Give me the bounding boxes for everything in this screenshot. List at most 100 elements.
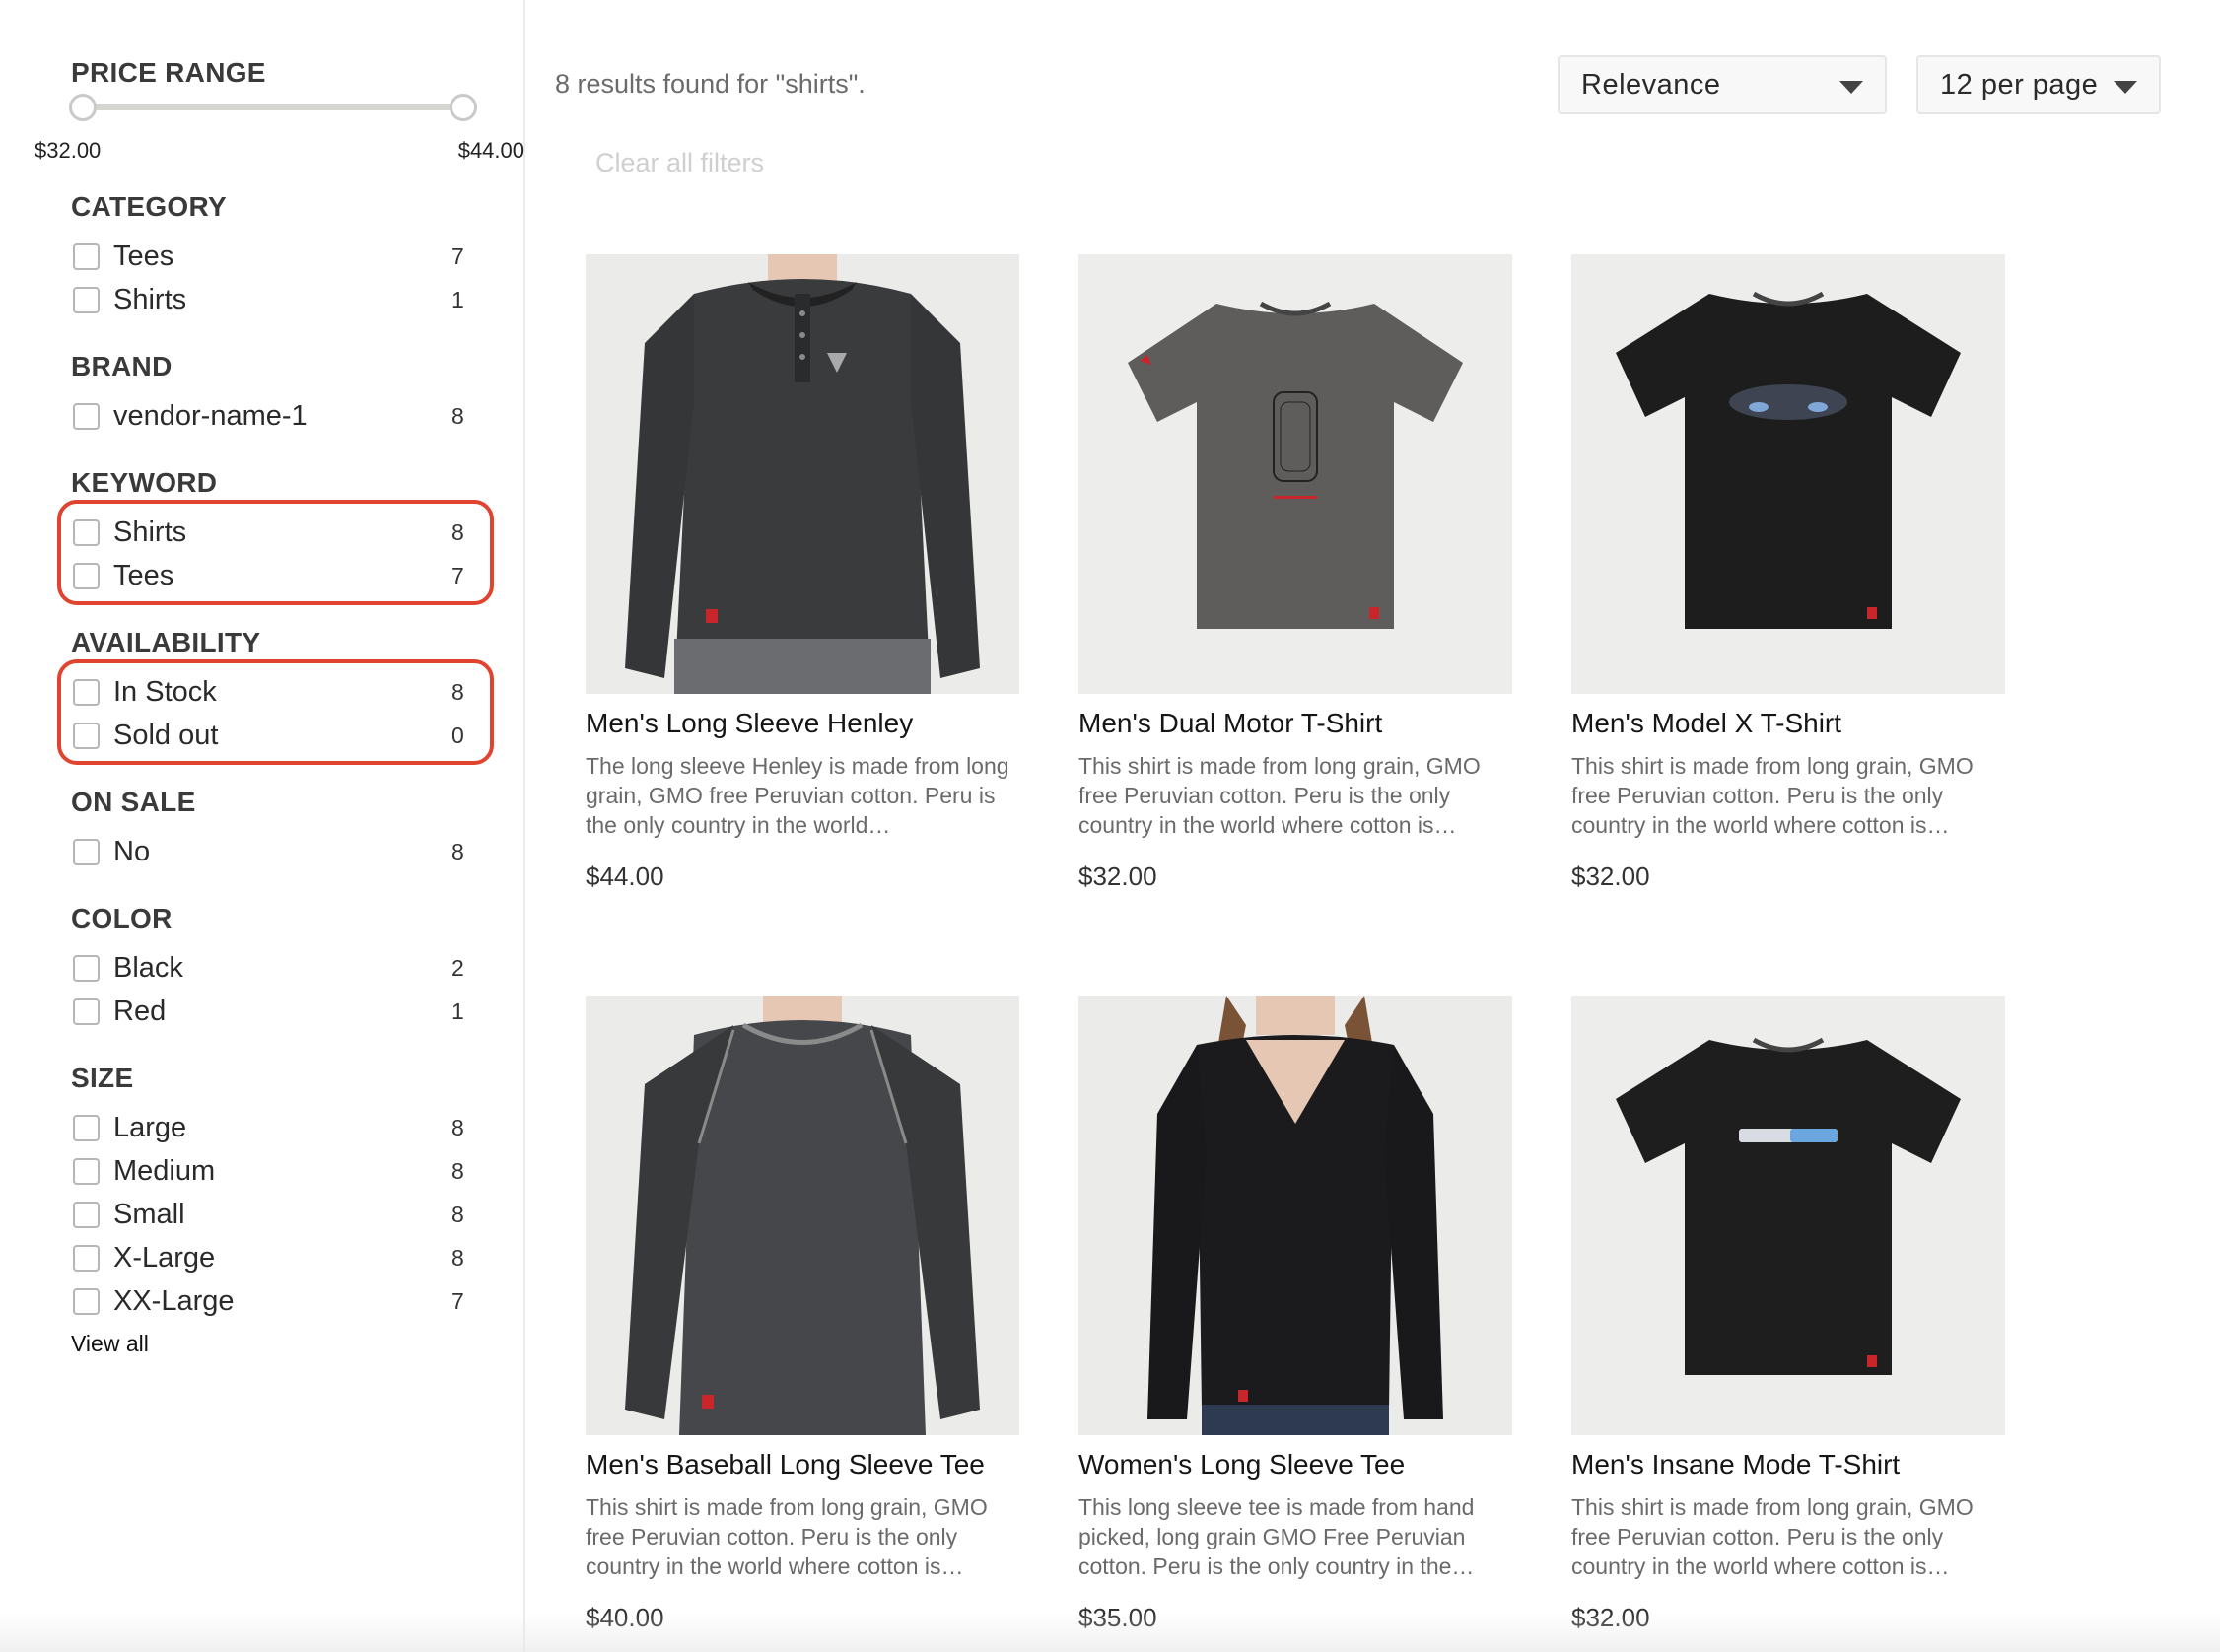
facet-count: 8 [451, 1244, 464, 1271]
product-description: This long sleeve tee is made from hand p… [1078, 1494, 1475, 1579]
per-page-select-value: 12 per page [1940, 68, 2099, 101]
filter-sidebar: PRICE RANGE $32.00 $44.00 CATEGORY Tees … [0, 0, 525, 1652]
facet-label: XX-Large [113, 1284, 235, 1317]
product-price: $32.00 [1078, 861, 1157, 891]
facet-count: 8 [451, 838, 464, 864]
facet-label: Red [113, 995, 167, 1027]
product-card[interactable]: Men's Long Sleeve Henley The long sleeve… [586, 254, 1019, 892]
product-image[interactable] [586, 254, 1019, 694]
product-card[interactable]: Men's Model X T-Shirt This shirt is made… [1571, 254, 2005, 892]
product-name[interactable]: Men's Dual Motor T-Shirt [1078, 708, 1512, 739]
price-range-slider[interactable] [69, 93, 477, 122]
womens-long-sleeve-tee-photo [1078, 996, 1512, 1435]
facet-label: Large [113, 1111, 187, 1143]
product-name[interactable]: Men's Model X T-Shirt [1571, 708, 2005, 739]
facet-option-xx-large[interactable]: XX-Large 7 [71, 1279, 465, 1323]
facet-option-tees[interactable]: Tees 7 [71, 235, 465, 278]
facet-count: 8 [451, 402, 464, 429]
facet-option-x-large[interactable]: X-Large 8 [71, 1236, 465, 1279]
category-title: CATEGORY [71, 191, 227, 222]
product-image[interactable] [586, 996, 1019, 1435]
facet-count: 7 [451, 1287, 464, 1314]
slider-track [71, 104, 475, 110]
facet-count: 1 [451, 286, 464, 312]
facet-option-large[interactable]: Large 8 [71, 1106, 465, 1149]
product-image[interactable] [1078, 254, 1512, 694]
slider-max-handle[interactable] [450, 94, 477, 121]
checkbox[interactable] [73, 286, 100, 313]
clear-all-filters-link[interactable]: Clear all filters [595, 148, 764, 178]
product-card[interactable]: Men's Insane Mode T-Shirt This shirt is … [1571, 996, 2005, 1633]
facet-label: Shirts [113, 283, 187, 315]
facet-label: No [113, 835, 151, 867]
product-name[interactable]: Men's Insane Mode T-Shirt [1571, 1449, 2005, 1480]
facet-option-black[interactable]: Black 2 [71, 946, 465, 990]
checkbox[interactable] [73, 1287, 100, 1315]
product-name[interactable]: Men's Baseball Long Sleeve Tee [586, 1449, 1019, 1480]
caret-down-icon [2114, 81, 2137, 94]
checkbox[interactable] [73, 402, 100, 430]
facet-count: 8 [451, 1157, 464, 1184]
keyword-title: KEYWORD [71, 467, 218, 498]
caret-down-icon [1839, 81, 1863, 94]
product-description: This shirt is made from long grain, GMO … [1571, 1494, 1974, 1579]
product-image[interactable] [1571, 996, 2005, 1435]
facet-count: 1 [451, 998, 464, 1024]
product-description: This shirt is made from long grain, GMO … [1571, 753, 1974, 838]
product-card[interactable]: Men's Dual Motor T-Shirt This shirt is m… [1078, 254, 1512, 892]
facet-label: Small [113, 1198, 185, 1230]
checkbox[interactable] [73, 998, 100, 1025]
checkbox[interactable] [73, 1244, 100, 1272]
product-image[interactable] [1571, 254, 2005, 694]
view-all-link[interactable]: View all [71, 1331, 149, 1357]
color-title: COLOR [71, 903, 173, 933]
checkbox[interactable] [73, 1157, 100, 1185]
brand-filter: BRAND vendor-name-1 8 [71, 351, 465, 438]
category-filter: CATEGORY Tees 7 Shirts 1 [71, 191, 465, 321]
facet-label: X-Large [113, 1241, 216, 1273]
per-page-select[interactable]: 12 per page [1916, 55, 2161, 114]
slider-min-handle[interactable] [69, 94, 97, 121]
size-title: SIZE [71, 1063, 134, 1093]
facet-label: Black [113, 951, 183, 984]
facet-count: 2 [451, 954, 464, 981]
facet-option-medium[interactable]: Medium 8 [71, 1149, 465, 1193]
sort-select[interactable]: Relevance [1558, 55, 1887, 114]
checkbox[interactable] [73, 838, 100, 865]
facet-label: Medium [113, 1154, 216, 1187]
on-sale-filter: ON SALE No 8 [71, 787, 465, 873]
baseball-long-sleeve-tee-photo [586, 996, 1019, 1435]
dual-motor-tshirt-photo [1078, 254, 1512, 694]
size-filter: SIZE Large 8 Medium 8 Small 8 X-Large 8 … [71, 1063, 465, 1323]
keyword-highlight-box [57, 500, 494, 605]
checkbox[interactable] [73, 954, 100, 982]
model-x-tshirt-photo [1571, 254, 2005, 694]
facet-option-small[interactable]: Small 8 [71, 1193, 465, 1236]
henley-shirt-photo [586, 254, 1019, 694]
checkbox[interactable] [73, 1114, 100, 1141]
price-max-label: $44.00 [457, 138, 524, 163]
availability-highlight-box [57, 659, 494, 765]
brand-title: BRAND [71, 351, 173, 381]
product-price: $44.00 [586, 861, 664, 891]
facet-option-red[interactable]: Red 1 [71, 990, 465, 1033]
facet-count: 8 [451, 1201, 464, 1227]
checkbox[interactable] [73, 242, 100, 270]
facet-option-shirts[interactable]: Shirts 1 [71, 278, 465, 321]
bottom-fade [0, 1613, 2220, 1652]
facet-label: Tees [113, 240, 174, 272]
price-range-filter: PRICE RANGE $32.00 $44.00 [35, 57, 524, 163]
product-description: This shirt is made from long grain, GMO … [586, 1494, 988, 1579]
facet-option-vendor-name-1[interactable]: vendor-name-1 8 [71, 394, 465, 438]
price-min-label: $32.00 [35, 138, 102, 163]
product-image[interactable] [1078, 996, 1512, 1435]
price-range-title: PRICE RANGE [71, 57, 266, 88]
facet-count: 8 [451, 1114, 464, 1140]
product-card[interactable]: Women's Long Sleeve Tee This long sleeve… [1078, 996, 1512, 1633]
product-card[interactable]: Men's Baseball Long Sleeve Tee This shir… [586, 996, 1019, 1633]
facet-option-no[interactable]: No 8 [71, 830, 465, 873]
product-name[interactable]: Men's Long Sleeve Henley [586, 708, 1019, 739]
checkbox[interactable] [73, 1201, 100, 1228]
product-name[interactable]: Women's Long Sleeve Tee [1078, 1449, 1512, 1480]
product-description: The long sleeve Henley is made from long… [586, 753, 1009, 838]
